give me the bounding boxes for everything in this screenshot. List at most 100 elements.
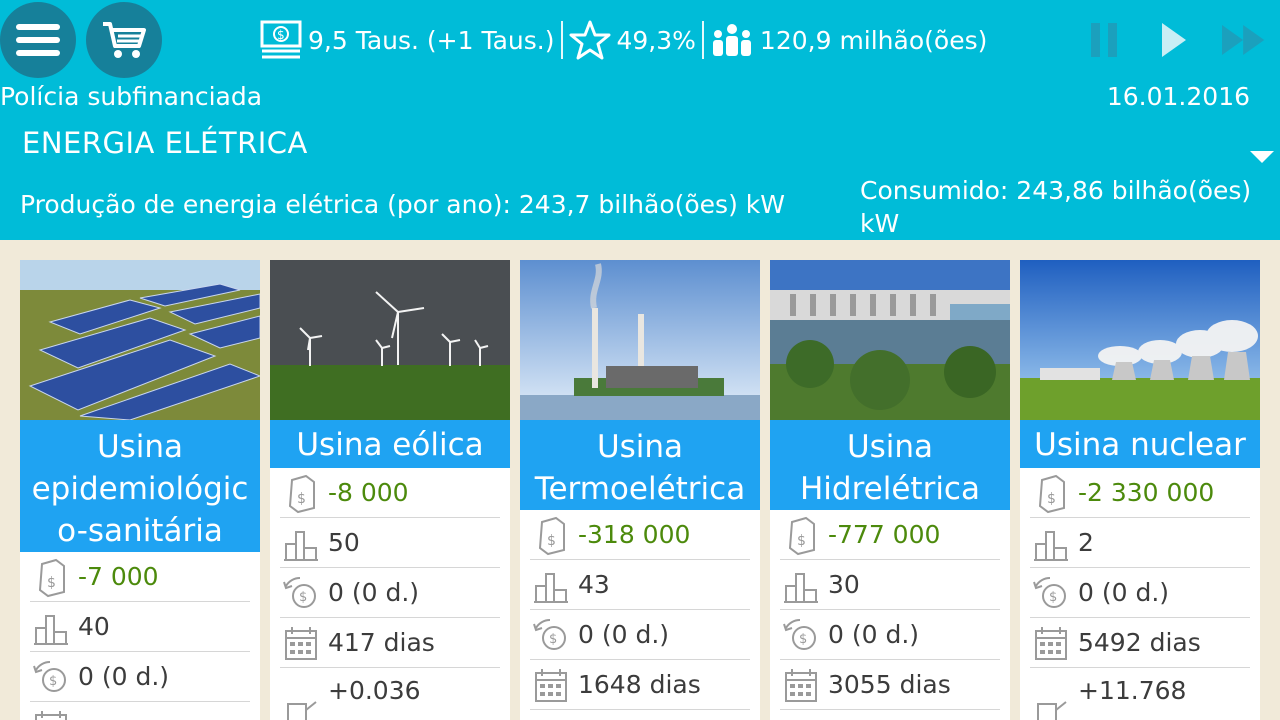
rating-value: 49,3% [616, 25, 696, 55]
pause-icon [1091, 23, 1117, 57]
cost-value: -7 000 [78, 562, 159, 591]
cost-row: -2 330 000 [1030, 468, 1250, 518]
card-title: Usina nuclear [1020, 420, 1260, 468]
energy-production: Produção de energia elétrica (por ano): … [20, 190, 785, 219]
upkeep-value: 0 (0 d.) [828, 620, 920, 649]
star-icon [569, 20, 610, 60]
population-stat[interactable]: 120,9 milhão(ões) [710, 20, 987, 60]
extra-row: +0.036 [280, 668, 500, 720]
shop-button[interactable] [86, 2, 162, 78]
card-solar-plant[interactable]: Usina epidemiológic o-sanitária -7 000 4… [20, 260, 260, 720]
upkeep-icon [1030, 572, 1072, 614]
calendar-icon [780, 664, 822, 706]
count-row: 50 [280, 518, 500, 568]
card-stats: -7 000 40 0 (0 d.) [20, 552, 260, 720]
buildings-icon [780, 564, 822, 606]
count-row: 43 [530, 560, 750, 610]
upkeep-value: 0 (0 d.) [78, 662, 170, 691]
problem-alert[interactable]: Polícia subfinanciada [0, 82, 262, 111]
card-title: Usina Termoelétrica [520, 420, 760, 510]
buildings-icon [30, 606, 72, 648]
money-icon: $ [260, 20, 302, 59]
hydro-plant-photo [770, 260, 1010, 420]
count-row: 2 [1030, 518, 1250, 568]
upkeep-row: 0 (0 d.) [1030, 568, 1250, 618]
current-date: 16.01.2016 [1106, 82, 1250, 111]
upkeep-icon [780, 614, 822, 656]
play-icon [1162, 23, 1186, 57]
solar-plant-photo [20, 260, 260, 420]
price-tag-icon [280, 472, 322, 514]
svg-text:$: $ [277, 28, 285, 42]
upkeep-icon [30, 656, 72, 698]
wind-plant-photo [270, 260, 510, 420]
hamburger-icon [16, 24, 60, 56]
card-hydro-plant[interactable]: Usina Hidrelétrica -777 000 30 0 (0 d.) … [770, 260, 1010, 720]
cost-row: -7 000 [30, 552, 250, 602]
buildings-icon [530, 564, 572, 606]
build-time-value: 5492 dias [1078, 628, 1201, 657]
stats-bar: $ 9,5 Taus. (+1 Taus.) 49,3% 120,9 milhã… [260, 14, 987, 66]
menu-button[interactable] [0, 2, 76, 78]
cost-value: -8 000 [328, 478, 409, 507]
card-title: Usina Hidrelétrica [770, 420, 1010, 510]
upkeep-value: 0 (0 d.) [328, 578, 420, 607]
card-stats: -318 000 43 0 (0 d.) 1648 dias [520, 510, 760, 720]
thermal-plant-photo [520, 260, 760, 420]
price-tag-icon [530, 514, 572, 556]
upkeep-icon [280, 572, 322, 614]
people-icon [712, 24, 751, 56]
build-time-row: 1648 dias [530, 660, 750, 710]
build-time-row: 417 dias [280, 618, 500, 668]
fast-forward-button[interactable] [1222, 18, 1266, 62]
cost-row: -8 000 [280, 468, 500, 518]
price-tag-icon [1030, 472, 1072, 514]
population-value: 120,9 milhão(ões) [759, 25, 988, 55]
play-button[interactable] [1152, 18, 1196, 62]
cart-icon [103, 22, 146, 58]
card-stats: -8 000 50 0 (0 d.) 417 dias +0.036 [270, 468, 510, 720]
card-wind-plant[interactable]: Usina eólica -8 000 50 0 (0 d.) 417 dias… [270, 260, 510, 720]
card-stats: -2 330 000 2 0 (0 d.) 5492 dias +11.768 [1020, 468, 1260, 720]
extra-row: +11.768 [1030, 668, 1250, 720]
count-value: 30 [828, 570, 860, 599]
buildings-icon [280, 522, 322, 564]
build-time-value: 3055 dias [828, 670, 951, 699]
build-time-value: 417 dias [328, 628, 435, 657]
price-tag-icon [780, 514, 822, 556]
calendar-icon [280, 622, 322, 664]
pause-button[interactable] [1082, 18, 1126, 62]
cost-row: -318 000 [530, 510, 750, 560]
energy-consumed: Consumido: 243,86 bilhão(ões) kW [860, 176, 1252, 238]
count-value: 40 [78, 612, 110, 641]
upkeep-row: 0 (0 d.) [780, 610, 1000, 660]
calendar-icon [530, 664, 572, 706]
card-nuclear-plant[interactable]: Usina nuclear -2 330 000 2 0 (0 d.) 5492… [1020, 260, 1260, 720]
cost-value: -777 000 [828, 520, 941, 549]
upkeep-value: 0 (0 d.) [578, 620, 670, 649]
upkeep-icon [530, 614, 572, 656]
upkeep-value: 0 (0 d.) [1078, 578, 1170, 607]
dropdown-arrow-icon[interactable] [1250, 151, 1274, 163]
cost-value: -2 330 000 [1078, 478, 1215, 507]
upkeep-row: 0 (0 d.) [30, 652, 250, 702]
calendar-icon [30, 706, 72, 720]
output-icon [280, 690, 322, 720]
money-value: 9,5 Taus. (+1 Taus.) [308, 25, 555, 55]
divider [560, 21, 563, 59]
card-stats: -777 000 30 0 (0 d.) 3055 dias [770, 510, 1010, 720]
card-title: Usina eólica [270, 420, 510, 468]
fast-forward-icon [1222, 25, 1265, 55]
build-time-row: 5492 dias [1030, 618, 1250, 668]
cost-row: -777 000 [780, 510, 1000, 560]
card-title: Usina epidemiológic o-sanitária [20, 420, 260, 552]
money-stat[interactable]: $ 9,5 Taus. (+1 Taus.) [260, 20, 555, 60]
count-value: 43 [578, 570, 610, 599]
count-value: 2 [1078, 528, 1094, 557]
build-time-row: 3055 dias [780, 660, 1000, 710]
nuclear-plant-photo [1020, 260, 1260, 420]
card-thermal-plant[interactable]: Usina Termoelétrica -318 000 43 0 (0 d.)… [520, 260, 760, 720]
count-row: 40 [30, 602, 250, 652]
calendar-icon [1030, 622, 1072, 664]
rating-stat[interactable]: 49,3% [569, 20, 696, 60]
